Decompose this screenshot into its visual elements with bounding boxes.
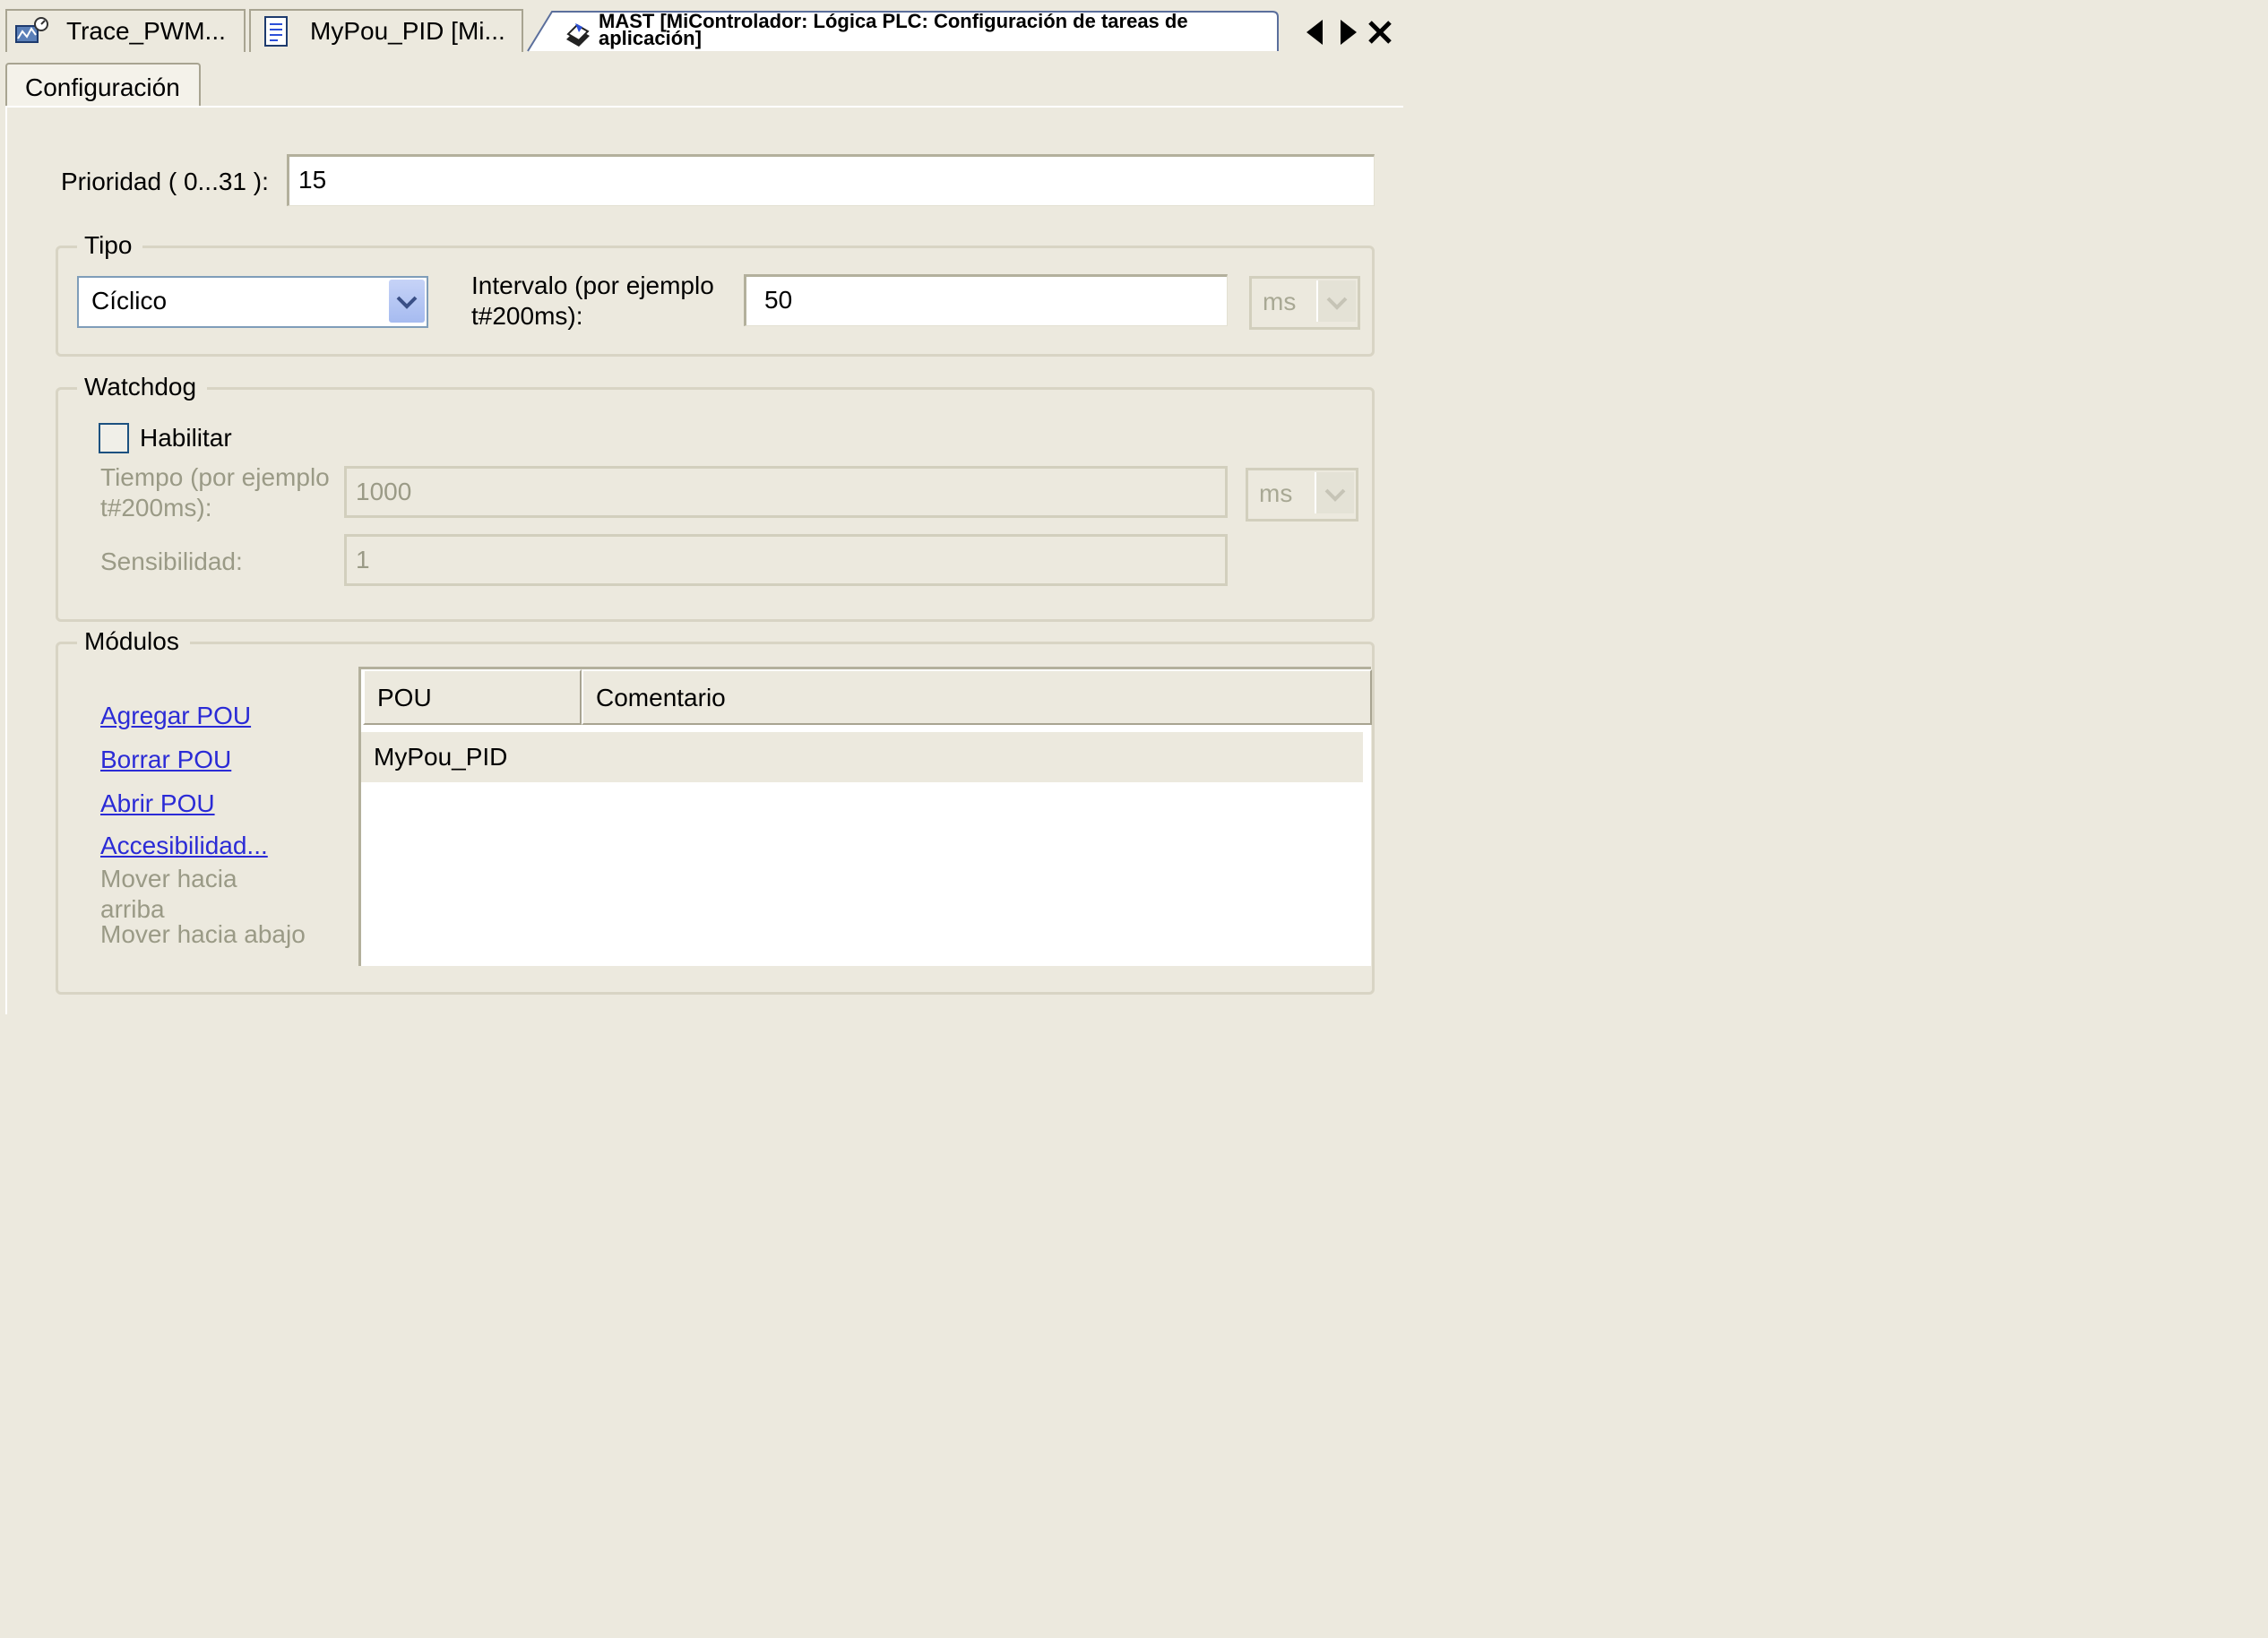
watchdog-sensitivity-input: 1 xyxy=(344,534,1228,586)
tab-mast-active[interactable]: MAST [MiControlador: Lógica PLC: Configu… xyxy=(527,11,1280,52)
chevron-down-icon xyxy=(1324,488,1346,502)
delete-pou-link[interactable]: Borrar POU xyxy=(100,745,231,775)
watchdog-unit-select: ms xyxy=(1246,468,1358,522)
chevron-down-icon xyxy=(396,296,418,309)
close-icon[interactable] xyxy=(1367,18,1393,47)
watchdog-unit-value: ms xyxy=(1259,479,1293,507)
move-up-action: Mover hacia arriba xyxy=(100,864,237,925)
watchdog-time-label: Tiempo (por ejemplo t#200ms): xyxy=(100,462,330,523)
tipo-group-title: Tipo xyxy=(77,231,143,260)
trace-icon xyxy=(15,17,48,43)
tipo-select-value: Cíclico xyxy=(91,287,168,315)
interval-unit-value: ms xyxy=(1263,288,1297,315)
scroll-left-icon[interactable] xyxy=(1303,18,1328,47)
tab-configuracion[interactable]: Configuración xyxy=(5,63,201,108)
tipo-dropdown-button[interactable] xyxy=(389,280,425,323)
interval-label: Intervalo (por ejemplo t#200ms): xyxy=(471,271,714,332)
column-header-comment[interactable]: Comentario xyxy=(582,669,1372,725)
active-tab-title: MAST [MiControlador: Lógica PLC: Configu… xyxy=(599,12,1262,48)
tab-trace-pwm-label: Trace_PWM... xyxy=(66,17,226,45)
priority-input[interactable]: 15 xyxy=(287,154,1375,206)
watchdog-enable-checkbox[interactable] xyxy=(99,423,129,453)
interval-unit-dropdown xyxy=(1316,280,1356,322)
watchdog-sensitivity-label: Sensibilidad: xyxy=(100,547,243,575)
tab-mypou-pid-label: MyPou_PID [Mi... xyxy=(310,17,505,45)
table-row[interactable]: MyPou_PID xyxy=(361,732,1363,782)
interval-input[interactable]: 50 xyxy=(744,274,1228,326)
tab-trace-pwm[interactable]: Trace_PWM... xyxy=(5,9,246,52)
interval-unit-select: ms xyxy=(1249,276,1360,330)
interval-label-line1: Intervalo (por ejemplo xyxy=(471,272,714,299)
scroll-right-icon[interactable] xyxy=(1335,18,1360,47)
interval-label-line2: t#200ms): xyxy=(471,302,583,330)
tipo-select[interactable]: Cíclico xyxy=(77,276,428,328)
watchdog-time-label-line1: Tiempo (por ejemplo xyxy=(100,463,330,491)
watchdog-time-label-line2: t#200ms): xyxy=(100,494,212,522)
modules-group-title: Módulos xyxy=(77,627,190,656)
row-pou-cell: MyPou_PID xyxy=(374,743,508,771)
move-down-action: Mover hacia abajo xyxy=(100,920,306,948)
watchdog-unit-dropdown xyxy=(1315,472,1354,513)
watchdog-enable-label: Habilitar xyxy=(140,424,232,452)
move-up-line1: Mover hacia xyxy=(100,865,237,892)
pou-document-icon xyxy=(264,16,288,47)
accessibility-link[interactable]: Accesibilidad... xyxy=(100,831,268,861)
task-icon xyxy=(566,23,590,47)
add-pou-link[interactable]: Agregar POU xyxy=(100,701,251,731)
priority-label: Prioridad ( 0...31 ): xyxy=(61,168,269,195)
column-header-pou[interactable]: POU xyxy=(363,669,582,725)
watchdog-group-title: Watchdog xyxy=(77,373,208,401)
tab-mypou-pid[interactable]: MyPou_PID [Mi... xyxy=(249,9,523,52)
pou-table: POU Comentario MyPou_PID xyxy=(358,667,1372,966)
open-pou-link[interactable]: Abrir POU xyxy=(100,789,215,819)
watchdog-time-input: 1000 xyxy=(344,466,1228,518)
chevron-down-icon xyxy=(1326,297,1348,310)
